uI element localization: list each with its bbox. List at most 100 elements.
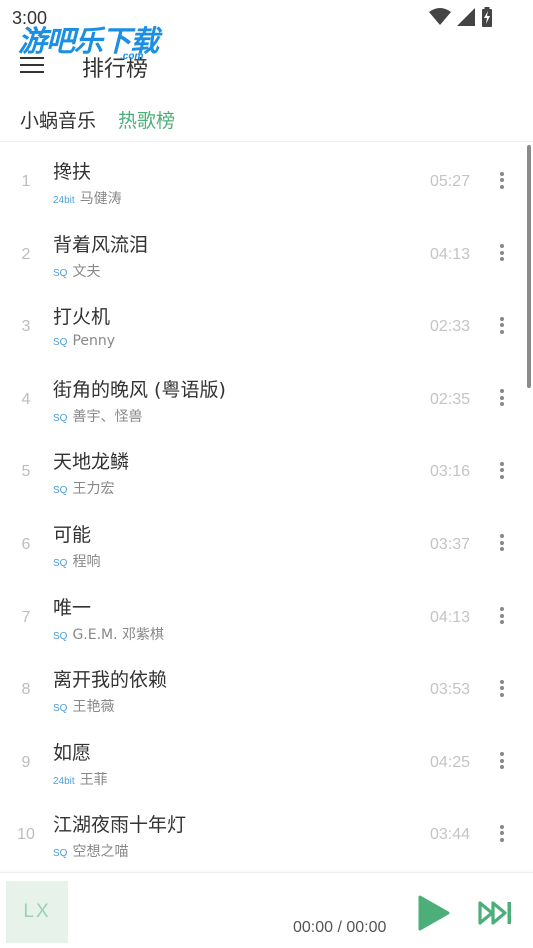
more-vertical-icon (494, 316, 510, 334)
song-duration: 04:13 (430, 245, 471, 263)
song-duration: 02:33 (430, 318, 471, 336)
song-duration: 04:13 (430, 608, 471, 626)
more-vertical-icon (494, 607, 510, 625)
more-options-button[interactable] (494, 822, 510, 846)
song-duration: 03:16 (430, 463, 471, 481)
watermark-domain: .com (120, 51, 144, 62)
quality-badge: 24bit (53, 775, 75, 787)
song-row[interactable]: 2 背着风流泪 SQ 文夫 04:13 (0, 218, 533, 291)
song-artist: 文夫 (72, 263, 101, 280)
quality-badge: SQ (53, 557, 68, 569)
more-options-button[interactable] (494, 750, 510, 774)
song-artist: 王艳薇 (72, 699, 115, 716)
play-icon (418, 895, 450, 931)
song-title: 如愿 (53, 741, 92, 764)
more-vertical-icon (494, 244, 510, 262)
more-options-button[interactable] (494, 459, 510, 483)
quality-badge: SQ (53, 412, 68, 424)
song-duration: 03:53 (430, 681, 471, 699)
song-title: 搀扶 (53, 161, 92, 183)
quality-badge: SQ (53, 703, 68, 715)
song-rank: 3 (21, 318, 31, 336)
song-row[interactable]: 7 唯一 SQ G.E.M. 邓紫棋 04:13 (0, 581, 533, 654)
song-meta: SQ 空想之喵 (53, 841, 128, 861)
quality-badge: SQ (53, 485, 68, 497)
more-vertical-icon (494, 171, 510, 189)
player-bar: LX 00:00 / 00:00 (0, 872, 533, 948)
play-button[interactable] (417, 895, 451, 931)
song-rank: 8 (21, 681, 31, 699)
song-meta: SQ 王力宏 (53, 478, 114, 498)
song-artist: 程响 (72, 553, 101, 570)
song-title: 离开我的依赖 (53, 669, 168, 692)
more-vertical-icon (494, 461, 510, 479)
song-title: 江湖夜雨十年灯 (53, 814, 187, 837)
song-artist: 空想之喵 (72, 844, 129, 861)
song-meta: SQ 善宇、怪兽 (53, 406, 142, 426)
song-row[interactable]: 6 可能 SQ 程响 03:37 (0, 508, 533, 581)
song-rank: 4 (21, 390, 31, 408)
song-duration: 02:35 (430, 390, 471, 408)
song-row[interactable]: 5 天地龙鳞 SQ 王力宏 03:16 (0, 435, 533, 508)
song-row[interactable]: 9 如愿 24bit 王菲 04:25 (0, 726, 533, 799)
song-list[interactable]: 1 搀扶 24bit 马健涛 05:27 2 背着风流泪 SQ 文夫 04:13 3 打火机 SQ Pen… (0, 145, 533, 872)
song-rank: 9 (21, 753, 31, 771)
song-duration: 03:44 (430, 826, 471, 844)
song-artist: Penny (72, 333, 116, 350)
song-row[interactable]: 1 搀扶 24bit 马健涛 05:27 (0, 145, 533, 218)
song-duration: 05:27 (430, 173, 471, 190)
quality-badge: 24bit (53, 195, 75, 206)
next-button[interactable] (478, 899, 514, 927)
song-duration: 04:25 (430, 753, 471, 771)
wifi-icon (429, 8, 451, 25)
more-options-button[interactable] (494, 242, 510, 266)
board-tabs: 小蜗音乐 热歌榜 (0, 96, 533, 142)
more-vertical-icon (494, 534, 510, 552)
song-duration: 03:37 (430, 535, 471, 553)
song-rank: 7 (21, 608, 31, 626)
quality-badge: SQ (53, 848, 68, 860)
song-rank: 1 (21, 173, 31, 190)
song-rank: 5 (21, 463, 31, 481)
more-vertical-icon (494, 389, 510, 407)
song-row[interactable]: 8 离开我的依赖 SQ 王艳薇 03:53 (0, 653, 533, 726)
more-options-button[interactable] (494, 314, 510, 338)
skip-next-icon (478, 901, 511, 925)
song-meta: SQ 王艳薇 (53, 696, 114, 716)
battery-icon (482, 7, 492, 27)
song-artist: 王力宏 (72, 481, 115, 498)
song-title: 可能 (53, 523, 92, 546)
song-artist: 马健涛 (79, 191, 122, 207)
quality-badge: SQ (53, 267, 68, 279)
signal-icon (457, 8, 475, 26)
song-rank: 2 (21, 245, 31, 263)
song-meta: 24bit 王菲 (53, 769, 108, 789)
status-icons (429, 7, 493, 27)
song-row[interactable]: 4 街角的晚风 (粤语版) SQ 善宇、怪兽 02:35 (0, 363, 533, 436)
song-meta: 24bit 马健涛 (53, 188, 122, 208)
more-options-button[interactable] (494, 532, 510, 556)
song-meta: SQ 程响 (53, 551, 100, 571)
song-row[interactable]: 3 打火机 SQ Penny 02:33 (0, 290, 533, 363)
tab-source[interactable]: 小蜗音乐 (20, 106, 96, 133)
more-vertical-icon (494, 824, 510, 842)
song-title: 打火机 (53, 306, 111, 329)
list-scrollbar[interactable] (527, 145, 531, 388)
tab-board[interactable]: 热歌榜 (118, 106, 175, 133)
song-meta: SQ Penny (53, 333, 115, 349)
song-rank: 6 (21, 535, 31, 553)
more-options-button[interactable] (494, 387, 510, 411)
more-options-button[interactable] (494, 605, 510, 629)
song-artist: G.E.M. 邓紫棋 (72, 626, 165, 643)
song-meta: SQ G.E.M. 邓紫棋 (53, 624, 164, 644)
more-options-button[interactable] (494, 677, 510, 701)
album-cover[interactable]: LX (6, 881, 68, 943)
song-row[interactable]: 10 江湖夜雨十年灯 SQ 空想之喵 03:44 (0, 798, 533, 871)
song-title: 背着风流泪 (53, 233, 149, 256)
song-artist: 王菲 (79, 771, 108, 788)
song-meta: SQ 文夫 (53, 261, 100, 281)
more-vertical-icon (494, 752, 510, 770)
song-title: 天地龙鳞 (53, 451, 130, 474)
song-title: 街角的晚风 (粤语版) (53, 378, 226, 401)
more-options-button[interactable] (494, 169, 510, 193)
